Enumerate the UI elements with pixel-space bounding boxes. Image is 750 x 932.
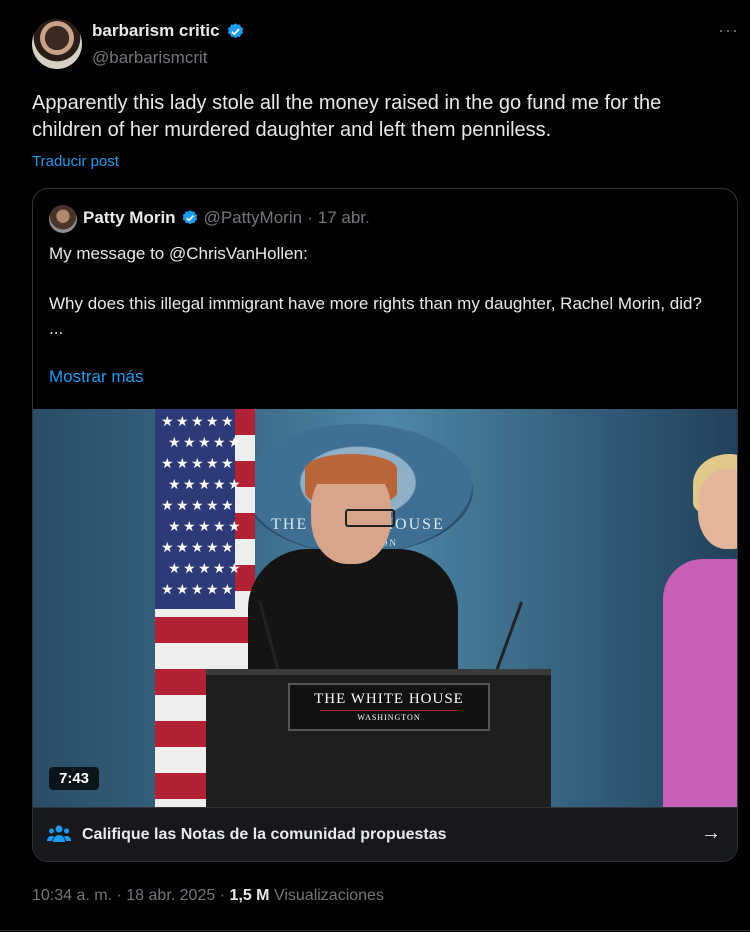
flag-star: ★ [221, 413, 234, 429]
flag-star: ★ [176, 539, 189, 555]
post: barbarism critic @barbarismcrit ··· Appa… [0, 0, 750, 932]
flag-star: ★ [206, 455, 219, 471]
community-notes-bar[interactable]: Califique las Notas de la comunidad prop… [33, 807, 737, 861]
video-duration-badge: 7:43 [49, 767, 100, 790]
quoted-author-avatar[interactable] [49, 205, 77, 233]
arrow-right-icon[interactable]: → [701, 822, 721, 845]
flag-star: ★ [161, 455, 174, 471]
divider [0, 930, 750, 931]
quoted-author-handle[interactable]: @PattyMorin [204, 208, 303, 228]
bystander-figure [663, 559, 737, 807]
flag-star: ★ [191, 413, 204, 429]
flag-star: ★ [176, 497, 189, 513]
flag-star: ★ [206, 497, 219, 513]
verified-badge-icon [182, 210, 197, 225]
flag-star: ★ [191, 581, 204, 597]
podium-sign-title: THE WHITE HOUSE [314, 691, 464, 707]
podium-sign: THE WHITE HOUSE WASHINGTON [288, 683, 490, 731]
flag-star: ★ [198, 434, 211, 450]
people-icon [47, 825, 71, 842]
flag-star: ★ [161, 497, 174, 513]
flag-star: ★ [191, 539, 204, 555]
flag-star: ★ [183, 518, 196, 534]
speaker-glasses [345, 509, 395, 527]
flag-star: ★ [191, 497, 204, 513]
flag-star: ★ [168, 476, 181, 492]
flag-star: ★ [221, 581, 234, 597]
flag-star: ★ [183, 560, 196, 576]
flag-star: ★ [228, 518, 241, 534]
post-time[interactable]: 10:34 a. m. [32, 887, 112, 904]
flag-star: ★ [176, 413, 189, 429]
post-date[interactable]: 18 abr. 2025 [126, 887, 215, 904]
quoted-post-text: My message to @ChrisVanHollen: Why does … [49, 241, 709, 341]
quoted-text-line: My message to @ChrisVanHollen: [49, 244, 308, 263]
author-display-name[interactable]: barbarism critic [92, 21, 220, 41]
podium-sign-subtitle: WASHINGTON [320, 710, 458, 722]
separator-dot: · [219, 887, 226, 904]
verified-badge-icon [227, 22, 243, 38]
show-more-link[interactable]: Mostrar más [49, 367, 143, 387]
flag-star: ★ [206, 581, 219, 597]
separator-dot: · [116, 887, 122, 904]
views-count: 1,5 M [229, 887, 270, 904]
flag-canton: ★ ★ ★ ★ ★ ★ ★ ★ ★ ★ ★ ★ ★ ★ ★ ★ ★ ★ ★ ★ ★ ★ ★ ★ ★ ★ ★ ★ ★ ★ ★ ★ ★ ★ ★ ★ ★ ★ ★ ★… [155, 409, 241, 609]
community-notes-label: Califique las Notas de la comunidad prop… [82, 826, 447, 843]
flag-star: ★ [161, 539, 174, 555]
flag-star: ★ [168, 560, 181, 576]
views-label: Visualizaciones [273, 887, 384, 904]
post-text: Apparently this lady stole all the money… [32, 92, 662, 141]
flag-star: ★ [213, 476, 226, 492]
flag-star: ★ [183, 434, 196, 450]
quoted-author-name[interactable]: Patty Morin [83, 208, 176, 228]
flag-star: ★ [221, 497, 234, 513]
flag-star: ★ [191, 455, 204, 471]
flag-star: ★ [161, 581, 174, 597]
flag-star: ★ [213, 518, 226, 534]
flag-star: ★ [198, 518, 211, 534]
translate-post-link[interactable]: Traducir post [32, 153, 119, 170]
author-avatar[interactable] [32, 19, 82, 69]
author-handle[interactable]: @barbarismcrit [92, 48, 208, 68]
flag-star: ★ [228, 434, 241, 450]
flag-star: ★ [221, 455, 234, 471]
flag-star: ★ [206, 413, 219, 429]
flag-star: ★ [168, 518, 181, 534]
flag-star: ★ [221, 539, 234, 555]
quoted-post-header: Patty Morin @PattyMorin · 17 abr. [83, 208, 370, 228]
flag-star: ★ [183, 476, 196, 492]
flag-star: ★ [206, 539, 219, 555]
flag-star: ★ [198, 476, 211, 492]
post-metadata: 10:34 a. m. · 18 abr. 2025 · 1,5 M Visua… [32, 887, 384, 905]
flag-star: ★ [228, 476, 241, 492]
quoted-text-line: Why does this illegal immigrant have mor… [49, 294, 702, 313]
quoted-post-date[interactable]: 17 abr. [318, 208, 370, 228]
flag-star: ★ [176, 455, 189, 471]
flag-star: ★ [213, 434, 226, 450]
quoted-text-ellipsis: ... [49, 319, 64, 338]
quoted-post[interactable]: Patty Morin @PattyMorin · 17 abr. My mes… [32, 188, 738, 862]
flag-star: ★ [176, 581, 189, 597]
flag-star: ★ [213, 560, 226, 576]
speaker-hair-top [305, 454, 397, 484]
flag-star: ★ [168, 434, 181, 450]
more-options-icon[interactable]: ··· [718, 20, 739, 41]
video-player[interactable]: THE WHITE HOUSE WASHINGTON ★★★★★★★★★★★★★… [33, 409, 737, 807]
flag-star: ★ [228, 560, 241, 576]
flag-star: ★ [198, 560, 211, 576]
separator-dot: · [307, 208, 313, 227]
author-name-row[interactable]: barbarism critic [92, 21, 245, 41]
flag-star: ★ [161, 413, 174, 429]
